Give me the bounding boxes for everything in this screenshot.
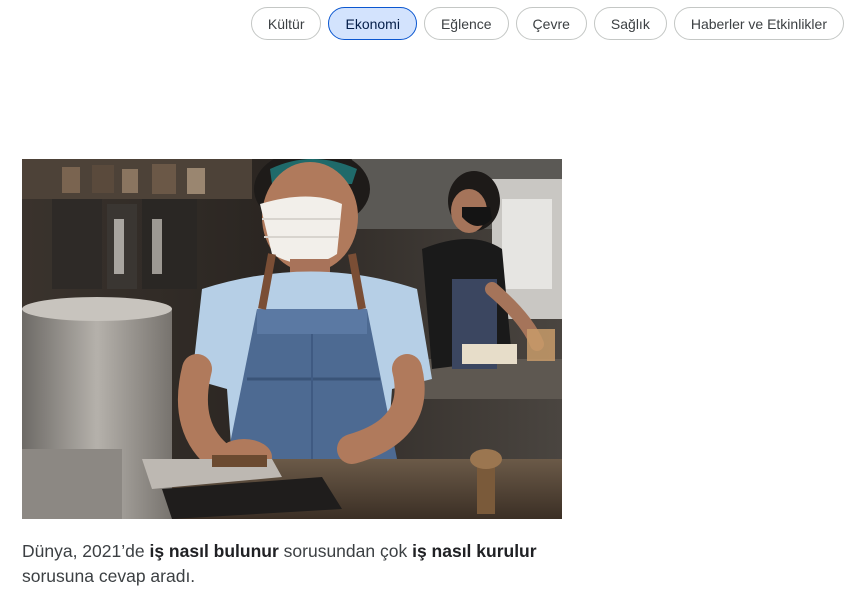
cafe-workers-photo-icon: [22, 159, 562, 519]
chip-cevre[interactable]: Çevre: [515, 7, 587, 40]
category-chips: Kültür Ekonomi Eğlence Çevre Sağlık Habe…: [250, 7, 844, 40]
caption-text-1: Dünya, 2021’de: [22, 541, 150, 561]
caption-text-2: sorusundan çok: [278, 541, 413, 561]
story-caption[interactable]: Dünya, 2021’de iş nasıl bulunur sorusund…: [22, 539, 582, 589]
chip-ekonomi[interactable]: Ekonomi: [328, 7, 417, 40]
caption-bold-2: iş nasıl kurulur: [412, 541, 537, 561]
caption-bold-1: iş nasıl bulunur: [149, 541, 279, 561]
story-image[interactable]: [22, 159, 562, 519]
caption-text-3: sorusuna cevap aradı.: [22, 566, 196, 586]
chip-eglence[interactable]: Eğlence: [423, 7, 509, 40]
chip-kultur[interactable]: Kültür: [250, 7, 322, 40]
chip-haberler-ve-etkinlikler[interactable]: Haberler ve Etkinlikler: [673, 7, 844, 40]
page: Kültür Ekonomi Eğlence Çevre Sağlık Habe…: [0, 0, 845, 592]
chip-saglik[interactable]: Sağlık: [593, 7, 667, 40]
